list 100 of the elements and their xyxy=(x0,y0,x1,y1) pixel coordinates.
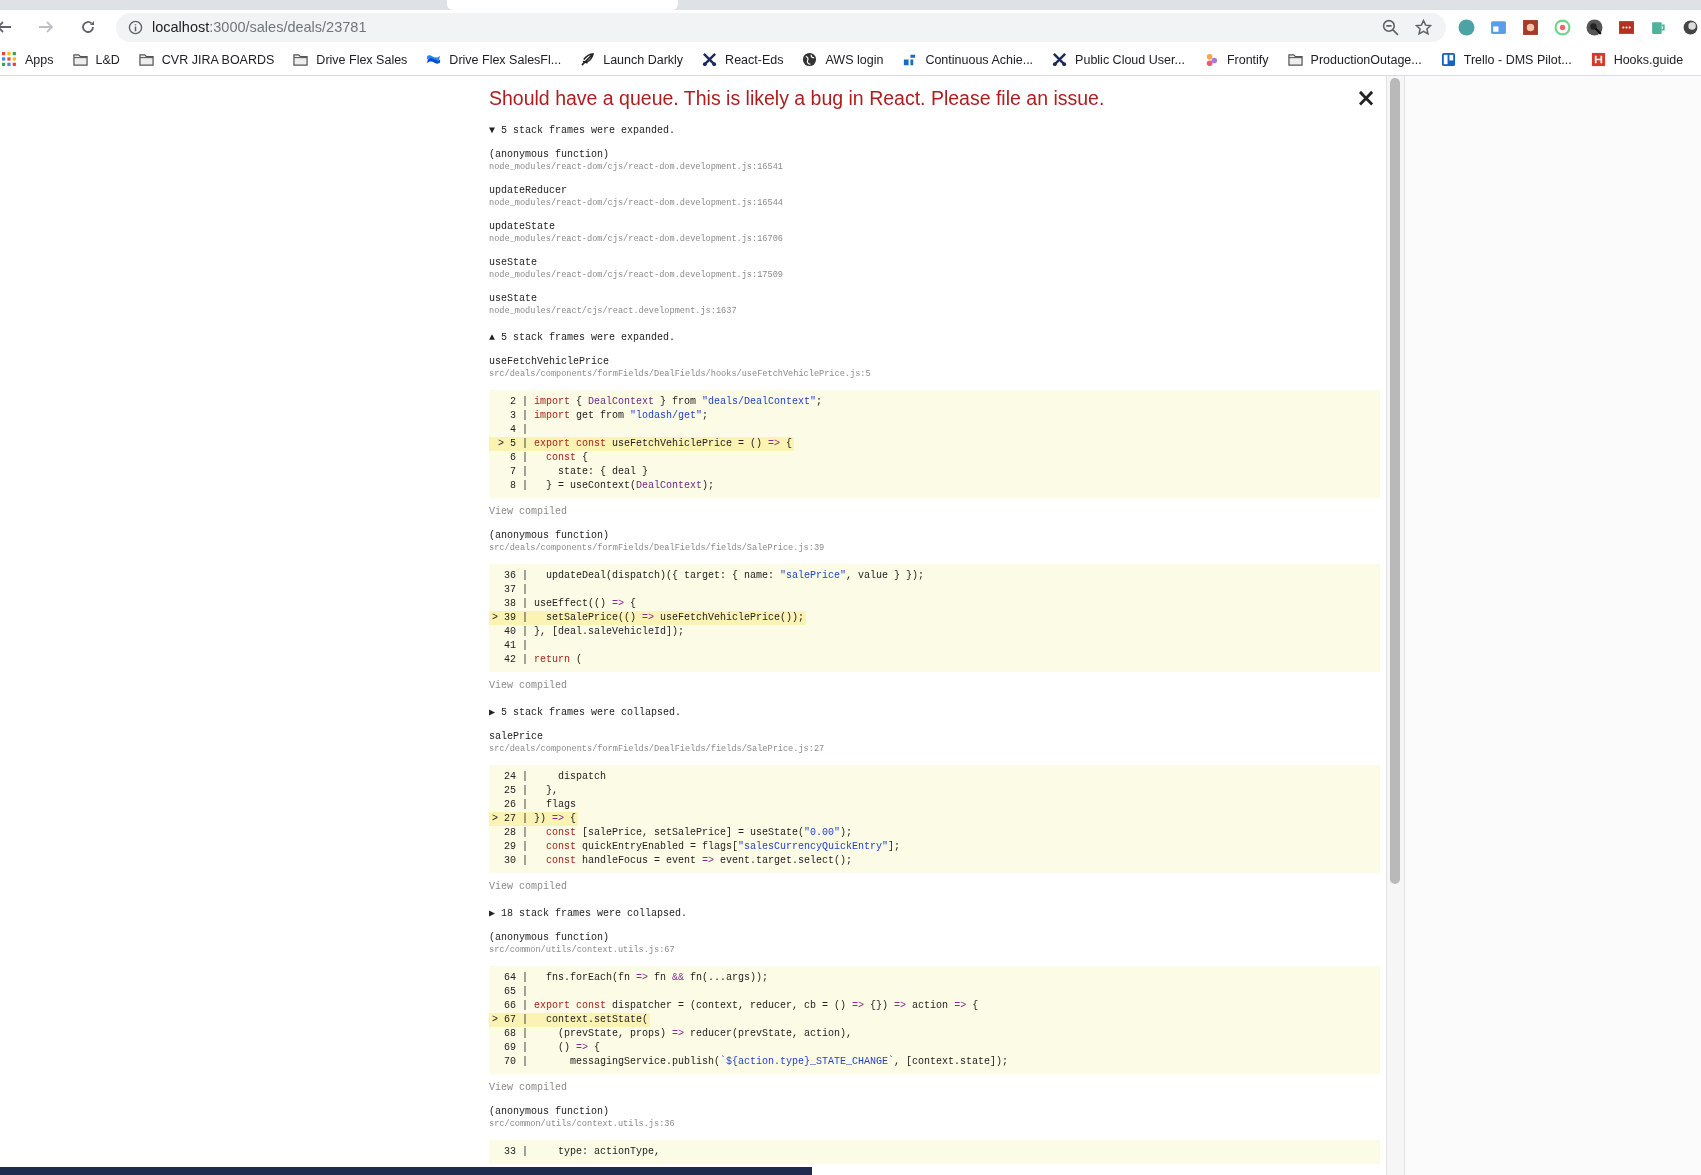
url-text: localhost:3000/sales/deals/23781 xyxy=(152,19,367,35)
window-icon[interactable] xyxy=(1490,18,1507,36)
bookmark[interactable]: Drive Flex SalesFl... xyxy=(426,52,562,67)
code-line: 29 | const quickEntryEnabled = flags["salesCurrencyQuickEntry"]; xyxy=(503,840,902,854)
code-line: 24 | dispatch xyxy=(503,770,607,784)
code-line: 6 | const { xyxy=(509,451,590,465)
code-line: 65 | xyxy=(503,985,529,999)
dots-icon[interactable] xyxy=(1618,18,1635,36)
bug-icon[interactable] xyxy=(1522,18,1539,36)
bookmark[interactable]: Hooks.guide xyxy=(1590,52,1684,67)
code-line: 36 | updateDeal(dispatch)({ target: { name: "salePrice", value } }); xyxy=(503,569,926,583)
code-line: 8 | } = useContext(DealContext); xyxy=(509,479,716,493)
bookmark-label: Drive Flex SalesFl... xyxy=(449,52,562,67)
code-line: 64 | fns.forEach(fn => fn && fn(...args)); xyxy=(503,971,770,985)
code-line: 7 | state: { deal } xyxy=(509,465,650,479)
function-name: updateState xyxy=(489,220,556,233)
address-bar[interactable]: localhost:3000/sales/deals/23781 xyxy=(116,12,1446,42)
view-compiled-link[interactable]: View compiled xyxy=(489,679,1381,692)
view-compiled-link[interactable]: View compiled xyxy=(489,505,1381,518)
bookmark[interactable]: Frontify xyxy=(1203,52,1269,67)
folder-icon xyxy=(1287,52,1303,67)
close-button[interactable]: × xyxy=(1351,86,1381,110)
circle-icon[interactable] xyxy=(1682,18,1699,36)
bookmark-label: AWS login xyxy=(825,52,884,67)
board-icon xyxy=(1440,52,1456,67)
function-name: updateReducer xyxy=(489,184,568,197)
folder-icon xyxy=(138,52,154,67)
bookmark[interactable]: React-Eds xyxy=(702,52,784,67)
bookmark[interactable]: Launch Darkly xyxy=(580,52,684,67)
scrollbar-thumb[interactable] xyxy=(1390,78,1401,884)
stack-frames-toggle[interactable]: ▶ 18 stack frames were collapsed. xyxy=(489,907,1381,920)
folder-icon xyxy=(293,52,309,67)
file-location[interactable]: node_modules/react-dom/cjs/react-dom.development.js:16544 xyxy=(489,197,1381,209)
file-location[interactable]: src/deals/components/formFields/DealFields/fields/SalePrice.js:39 xyxy=(489,542,1381,554)
bookmark-label: CVR JIRA BOARDS xyxy=(161,52,275,67)
magnifier-icon[interactable] xyxy=(1586,18,1603,36)
bookmark-label: Apps xyxy=(25,52,54,67)
folder-icon xyxy=(72,52,88,67)
zoom-out-icon[interactable] xyxy=(1382,18,1399,36)
file-location[interactable]: src/common/utils/context.utils.js:36 xyxy=(489,1118,1381,1130)
bookmark-label: Trello - DMS Pilot... xyxy=(1463,52,1572,67)
code-line: 41 | xyxy=(503,639,529,653)
file-location[interactable]: node_modules/react-dom/cjs/react-dom.development.js:16706 xyxy=(489,233,1381,245)
ribbon-icon xyxy=(426,52,442,67)
view-compiled-link[interactable]: View compiled xyxy=(489,880,1381,893)
stack-frames-toggle[interactable]: ▲ 5 stack frames were expanded. xyxy=(489,331,1381,344)
view-compiled-link[interactable]: View compiled xyxy=(489,1081,1381,1094)
back-icon[interactable] xyxy=(0,19,12,35)
file-location[interactable]: src/deals/components/formFields/DealFields/hooks/useFetchVehiclePrice.js:5 xyxy=(489,368,1381,380)
function-name: (anonymous function) xyxy=(489,529,611,542)
grid-icon xyxy=(2,52,17,67)
cross-icon xyxy=(1052,52,1068,67)
function-name: (anonymous function) xyxy=(489,148,611,161)
bookmark-label: Hooks.guide xyxy=(1613,52,1684,67)
bookmark-label: Public Cloud User... xyxy=(1075,52,1185,67)
function-name: (anonymous function) xyxy=(489,931,611,944)
bookmark[interactable]: Apps xyxy=(2,52,54,67)
code-line: 40 | }, [deal.saleVehicleId]); xyxy=(503,625,686,639)
code-line: 33 | type: actionType, xyxy=(503,1145,662,1159)
code-line: 42 | return ( xyxy=(503,653,584,667)
file-location[interactable]: node_modules/react-dom/cjs/react-dom.development.js:17509 xyxy=(489,269,1381,281)
star-icon[interactable] xyxy=(1415,18,1432,36)
code-line: 3 | import get from "lodash/get"; xyxy=(509,409,710,423)
file-location[interactable]: src/common/utils/context.utils.js:67 xyxy=(489,944,1381,956)
code-line: 2 | import { DealContext } from "deals/DealContext"; xyxy=(509,395,824,409)
function-name: useState xyxy=(489,256,538,269)
bookmark-label: Launch Darkly xyxy=(603,52,684,67)
function-name: salePrice xyxy=(489,730,544,743)
ring-icon[interactable] xyxy=(1554,18,1571,36)
file-location[interactable]: node_modules/react/cjs/react.development.js:1637 xyxy=(489,305,1381,317)
file-location[interactable]: node_modules/react-dom/cjs/react-dom.development.js:16541 xyxy=(489,161,1381,173)
scrollbar[interactable] xyxy=(1386,76,1405,1175)
bookmark-label: L&D xyxy=(95,52,120,67)
code-line: 37 | xyxy=(503,583,529,597)
square-icon xyxy=(1590,52,1606,67)
stack-frames-toggle[interactable]: ▼ 5 stack frames were expanded. xyxy=(489,124,1381,137)
code-line: 28 | const [salePrice, setSalePrice] = useState("0.00"); xyxy=(503,826,854,840)
feather-icon xyxy=(580,52,596,67)
logo-icon xyxy=(902,52,918,67)
info-icon[interactable] xyxy=(128,19,143,35)
bookmark[interactable]: AWS login xyxy=(802,52,884,67)
code-line: 4 | xyxy=(509,423,529,437)
cross-icon xyxy=(702,52,718,67)
reload-icon[interactable] xyxy=(80,19,96,35)
code-line: 66 | export const dispatcher = (context, reducer, cb = () => {}) => action => { xyxy=(503,999,980,1013)
bookmark-label: Frontify xyxy=(1226,52,1269,67)
bookmark[interactable]: L&D xyxy=(72,52,120,67)
file-location[interactable]: src/deals/components/formFields/DealFields/fields/SalePrice.js:27 xyxy=(489,743,1381,755)
function-name: useFetchVehiclePrice xyxy=(489,355,611,368)
bookmark-label: React-Eds xyxy=(725,52,784,67)
code-line: 70 | messagingService.publish(`${action.type}_STATE_CHANGE`, [context.state]); xyxy=(503,1055,1010,1069)
code-line: 68 | (prevState, props) => reducer(prevState, action), xyxy=(503,1027,854,1041)
bookmark[interactable]: ProductionOutage... xyxy=(1287,52,1422,67)
stack-frames-toggle[interactable]: ▶ 5 stack frames were collapsed. xyxy=(489,706,1381,719)
bookmark[interactable]: Drive Flex Sales xyxy=(293,52,408,67)
bookmark[interactable]: CVR JIRA BOARDS xyxy=(138,52,275,67)
bookmark[interactable]: Continuous Achie... xyxy=(902,52,1034,67)
bookmark[interactable]: Trello - DMS Pilot... xyxy=(1440,52,1572,67)
bookmark[interactable]: Public Cloud User... xyxy=(1052,52,1185,67)
error-title: Should have a queue. This is likely a bug in React. Please file an issue. xyxy=(489,86,1105,110)
